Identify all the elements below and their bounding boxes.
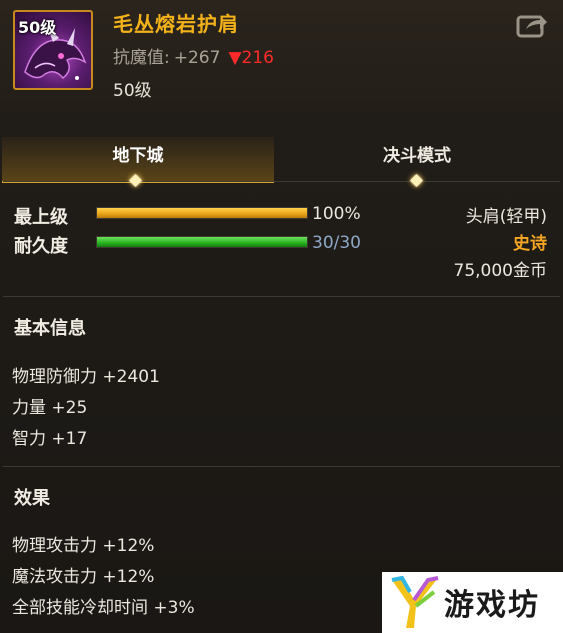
watermark: 游戏坊: [382, 572, 563, 633]
durability-label: 耐久度: [14, 236, 68, 257]
equipment-slot: 头肩(轻甲): [465, 207, 547, 227]
item-icon[interactable]: 50级: [13, 10, 93, 90]
item-name: 毛丛熔岩护肩: [113, 12, 239, 36]
basic-info-title: 基本信息: [14, 318, 86, 339]
durability-value: 30/30: [312, 233, 361, 253]
durability-bar: [96, 236, 308, 248]
basic-stat-line: 力量 +25: [12, 398, 88, 418]
item-header: 50级 毛丛熔岩护肩 抗魔值: +267 ▼216 50级: [0, 0, 563, 112]
grade-bar-fill: [97, 208, 307, 218]
magic-resist-decrease: ▼216: [228, 48, 274, 68]
effects-title: 效果: [14, 488, 50, 509]
section-divider: [3, 466, 560, 467]
section-divider: [3, 296, 560, 297]
basic-stat-line: 智力 +17: [12, 429, 88, 449]
rarity-label: 史诗: [513, 234, 547, 254]
magic-resist-line: 抗魔值: +267 ▼216: [113, 43, 274, 68]
watermark-text: 游戏坊: [444, 588, 540, 623]
magic-resist-value: +267: [173, 48, 221, 68]
durability-bar-fill: [97, 237, 307, 247]
grade-label: 最上级: [14, 207, 68, 228]
tab-divider: [3, 181, 560, 182]
item-price: 75,000金币: [453, 261, 547, 281]
share-button[interactable]: [516, 12, 548, 38]
mode-tabs: 地下城 决斗模式: [0, 137, 563, 183]
grade-bar: [96, 207, 308, 219]
share-icon: [516, 15, 547, 38]
required-level: 50级: [113, 81, 152, 101]
magic-resist-label: 抗魔值:: [113, 48, 170, 68]
grade-value: 100%: [312, 204, 361, 224]
item-level-badge: 50级: [18, 18, 57, 37]
effect-line: 魔法攻击力 +12%: [12, 567, 155, 587]
effect-line: 全部技能冷却时间 +3%: [12, 598, 195, 618]
effect-line: 物理攻击力 +12%: [12, 536, 155, 556]
watermark-logo-icon: [391, 575, 439, 628]
basic-stat-line: 物理防御力 +2401: [12, 367, 160, 387]
item-tooltip-panel: 50级 毛丛熔岩护肩 抗魔值: +267 ▼216 50级 地下城 决斗模式 最上级…: [0, 0, 563, 633]
